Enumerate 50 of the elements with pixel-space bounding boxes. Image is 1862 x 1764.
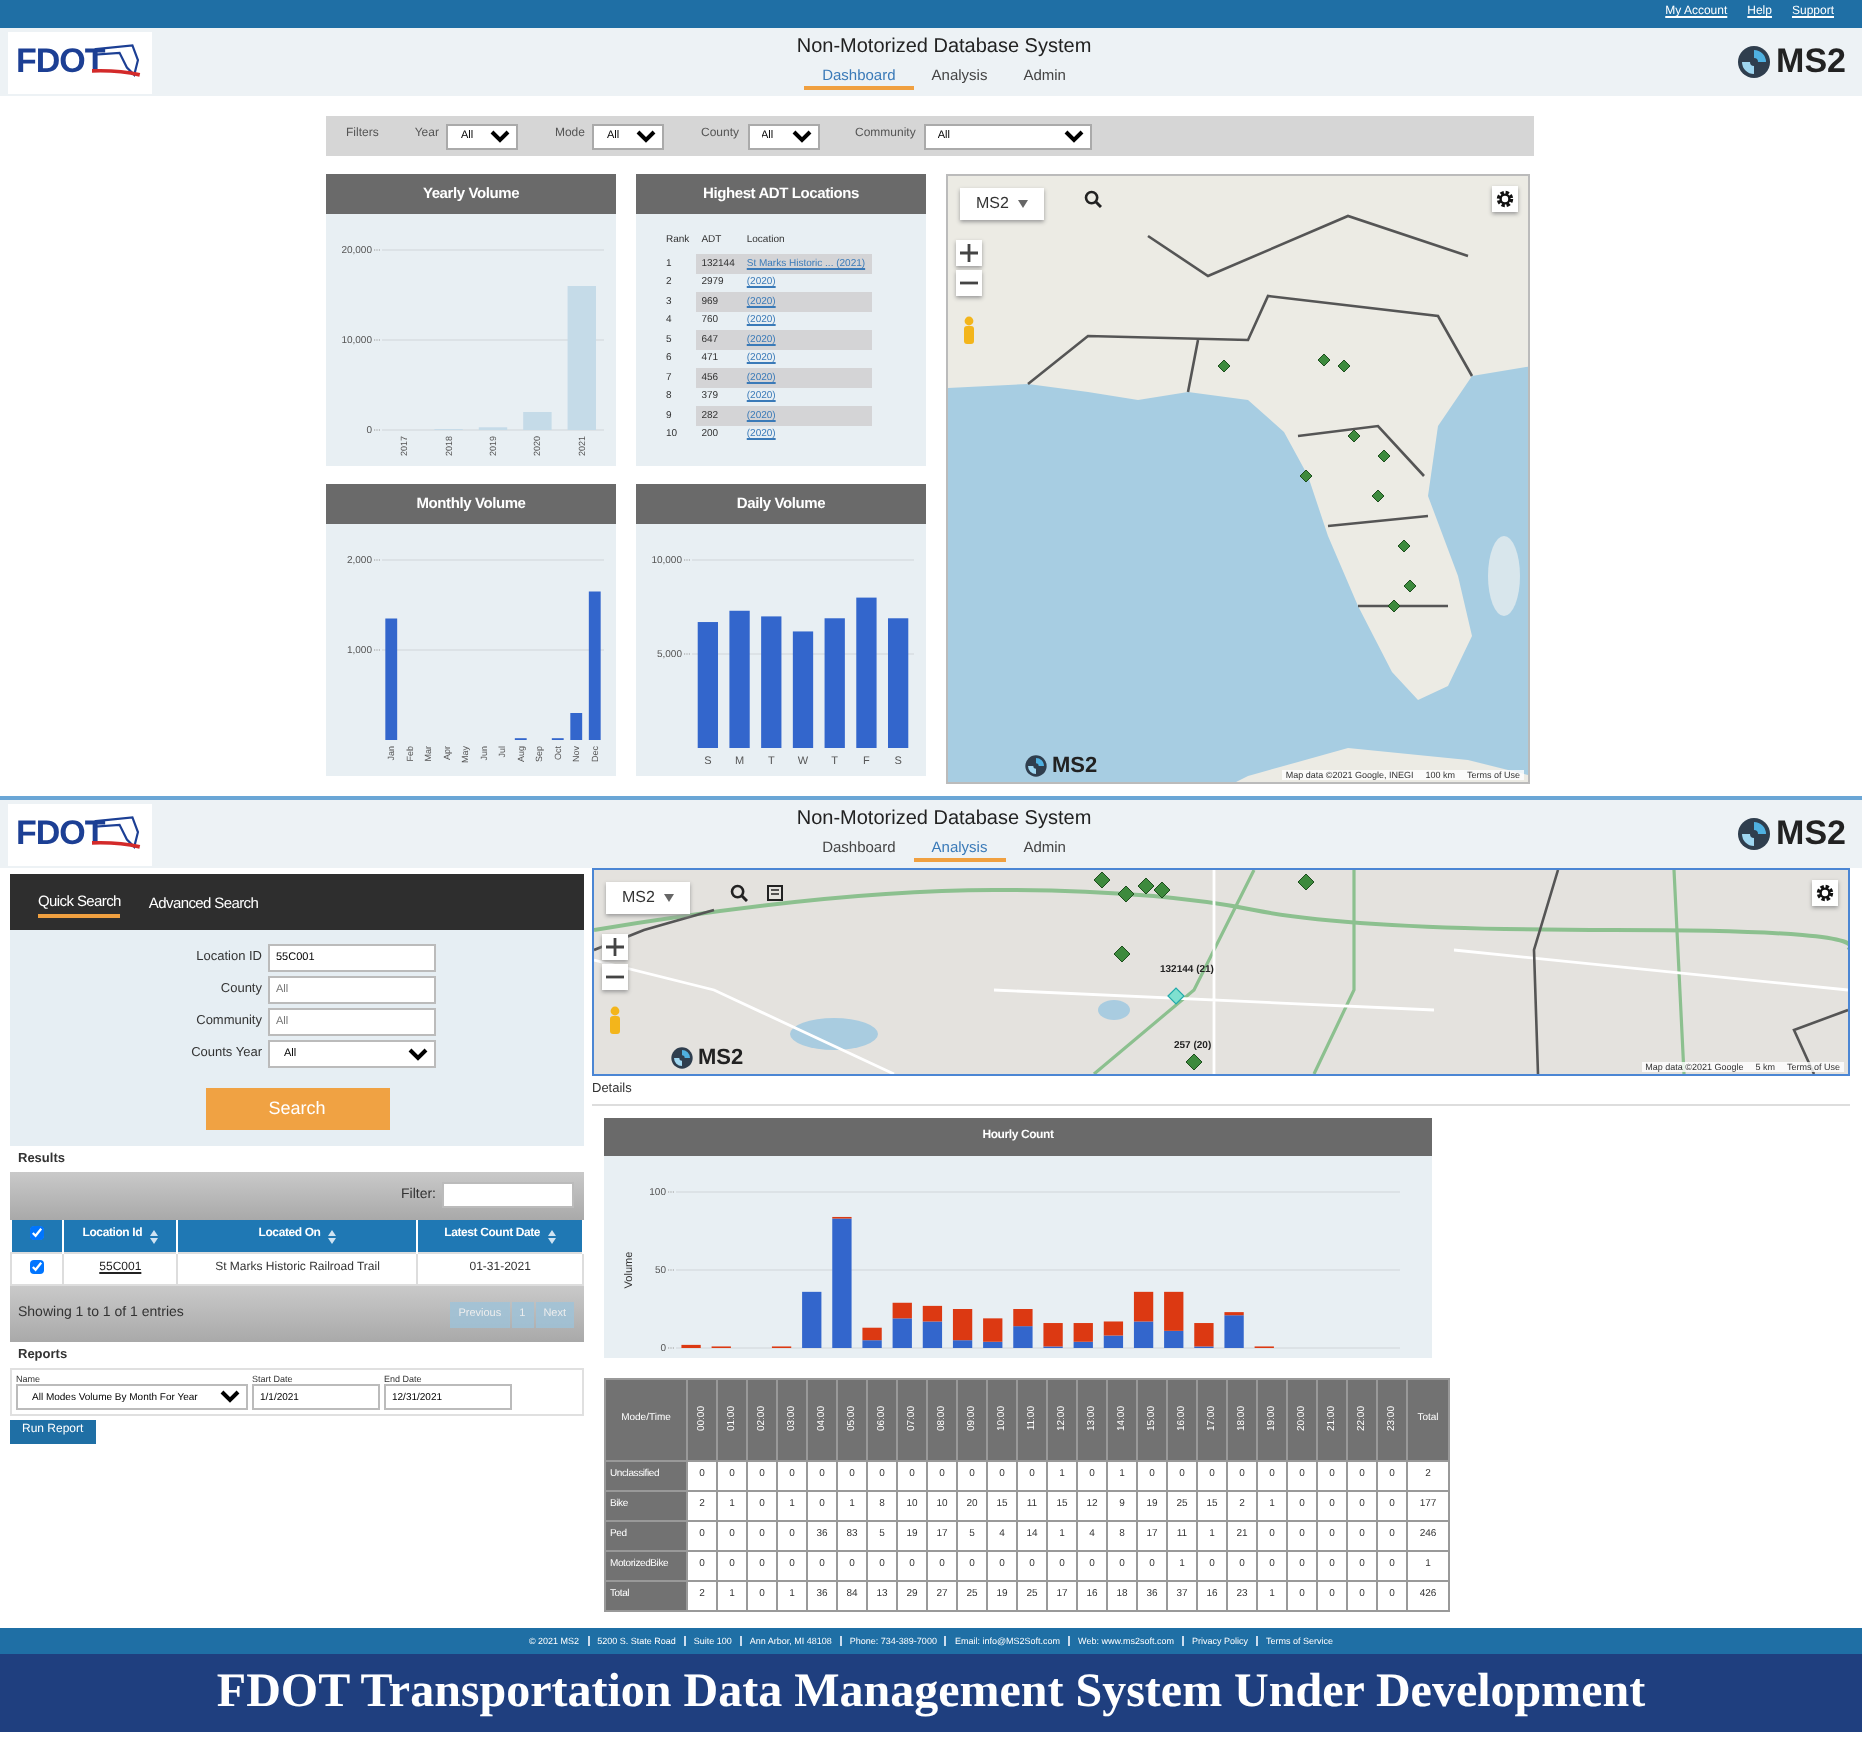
app-title: Non-Motorized Database System: [796, 35, 1092, 59]
row-checkbox[interactable]: [30, 1259, 44, 1274]
search-icon: [1084, 190, 1102, 208]
bar: [792, 631, 814, 748]
bar: [888, 618, 909, 748]
ms2-logo: MS2: [1024, 753, 1106, 780]
ms2-logo: MS2: [1736, 813, 1854, 855]
plus-icon: [960, 244, 978, 262]
bar: [1013, 1325, 1033, 1348]
bar: [761, 616, 782, 748]
bar: [1133, 1291, 1154, 1322]
gear-icon: [1496, 190, 1514, 208]
zoom-out-button[interactable]: [602, 964, 628, 990]
bar: [697, 622, 718, 748]
caret-icon: [1017, 199, 1028, 208]
sort-icon: [150, 1229, 159, 1244]
layer-dropdown[interactable]: MS2: [960, 188, 1044, 220]
gear-icon: [1816, 884, 1834, 902]
bar: [729, 610, 750, 748]
filter-field[interactable]: [442, 1182, 574, 1209]
bar: [567, 286, 596, 430]
search-button[interactable]: [1080, 186, 1106, 212]
zoom-in-button[interactable]: [956, 240, 982, 266]
search-icon: [730, 884, 748, 902]
layers-icon: [766, 884, 784, 902]
plus-icon: [606, 938, 624, 956]
sort-icon: [548, 1229, 557, 1244]
app-title: Non-Motorized Database System: [796, 807, 1092, 831]
bar: [570, 713, 583, 740]
bar: [1133, 1321, 1154, 1348]
sort-icon: [328, 1229, 337, 1244]
bar: [523, 412, 552, 430]
caption-banner: FDOT Transportation Data Management System Under Development: [0, 1654, 1862, 1732]
bar: [824, 618, 845, 748]
settings-button[interactable]: [1812, 880, 1838, 906]
ms2-logo: MS2: [670, 1045, 752, 1072]
settings-button[interactable]: [1492, 186, 1518, 212]
bar: [1013, 1308, 1033, 1326]
layer-dropdown[interactable]: MS2: [606, 882, 690, 914]
bar: [385, 618, 398, 740]
zoom-out-button[interactable]: [956, 270, 982, 296]
search-button[interactable]: [726, 880, 752, 906]
fdot-logo: FDOT: [8, 31, 152, 93]
select-all-checkbox[interactable]: [29, 1225, 44, 1240]
bar: [802, 1291, 822, 1348]
layers-button[interactable]: [762, 880, 788, 906]
fdot-logo: FDOT: [8, 803, 152, 865]
caret-icon: [663, 893, 674, 902]
ms2-logo: MS2: [1736, 41, 1854, 83]
zoom-in-button[interactable]: [602, 934, 628, 960]
